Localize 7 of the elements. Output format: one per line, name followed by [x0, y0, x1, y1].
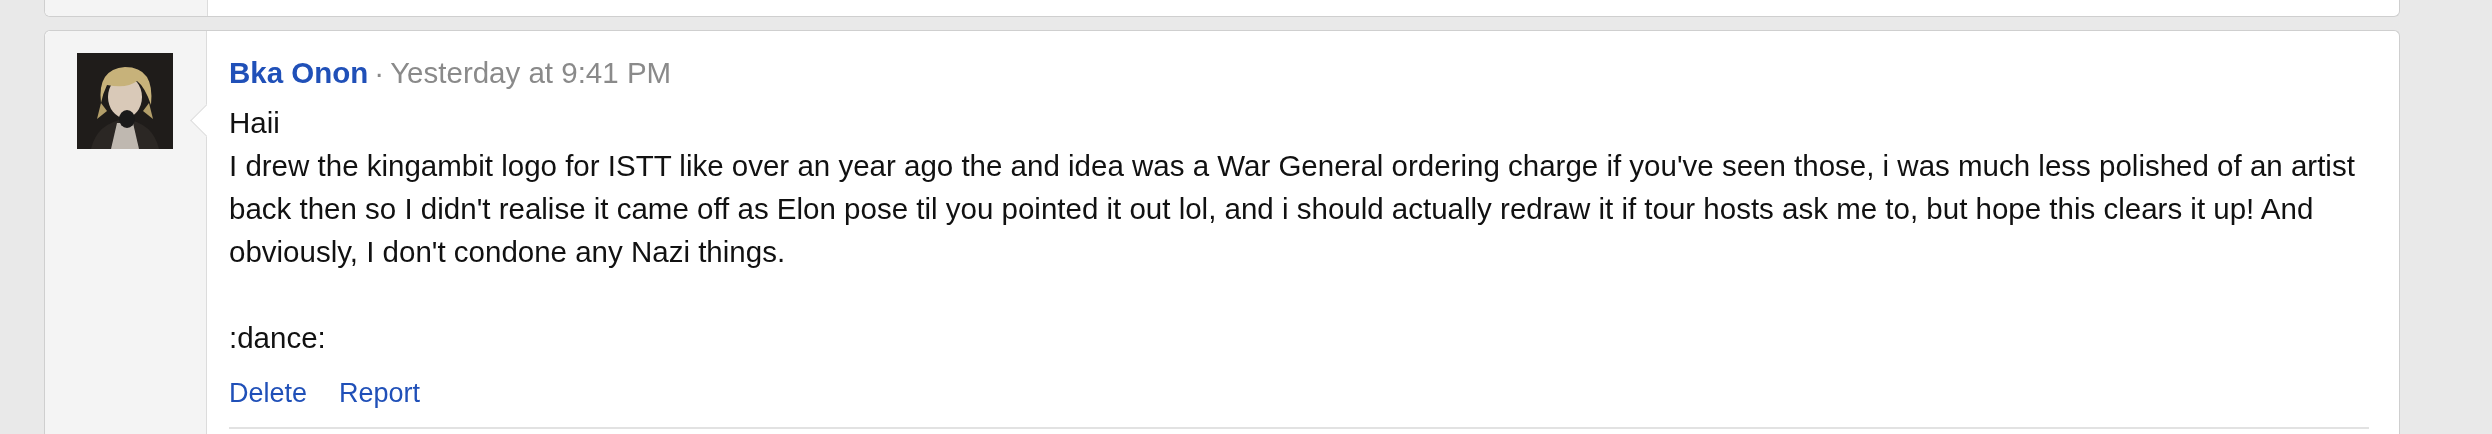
separator-dot: · — [374, 55, 385, 91]
message-text: :dance: — [229, 320, 327, 356]
message-text: Haii I drew the kingambit logo for ISTT like over an year ago the and idea was a War General ordering charge if you've seen those, i was much less polished of an artist back then so I didn't realise it came off as Elon pose til you pointed it out lol, and i should actually redraw it if tour hosts ask me to, but hope this clears it up! And obviously, I don't condone any Nazi things. — [229, 105, 2356, 270]
timestamp: Yesterday at 9:41 PM — [390, 55, 672, 91]
author-link[interactable]: Bka Onon — [229, 53, 369, 93]
action-link[interactable]: Delete — [229, 373, 308, 413]
action-link[interactable]: Report — [339, 373, 421, 413]
